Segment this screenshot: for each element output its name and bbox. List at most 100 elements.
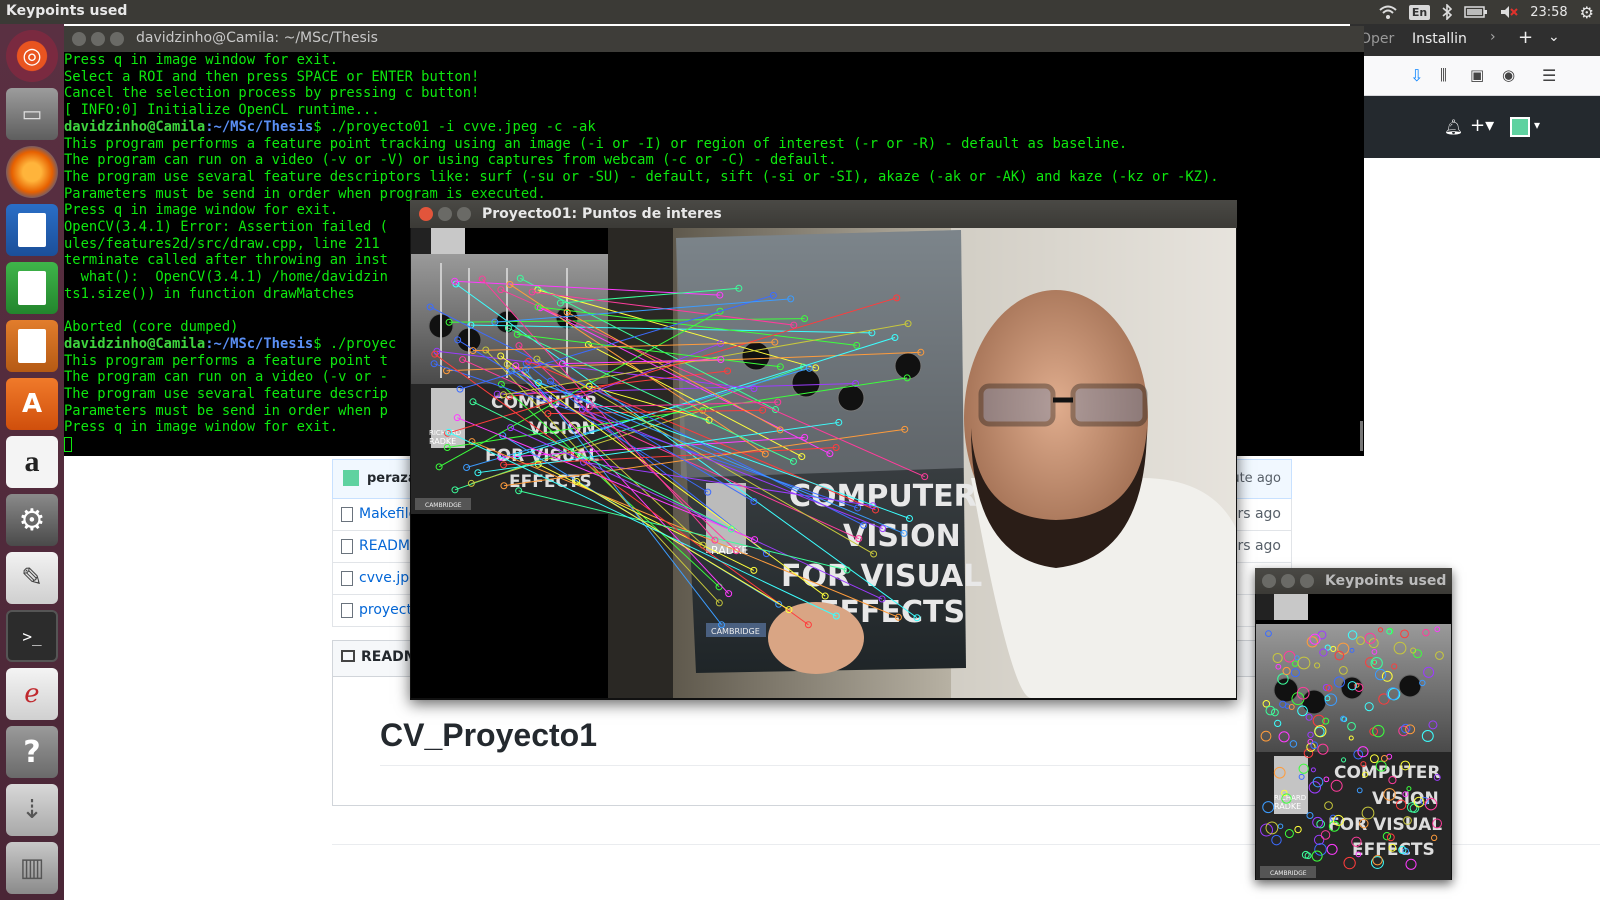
top-panel: Keypoints used En 23:58 ⚙ <box>0 0 1600 24</box>
opencv-matches-window[interactable]: Proyecto01: Puntos de interes RICHARD RA… <box>410 200 1237 700</box>
system-tray: En 23:58 ⚙ <box>1379 0 1594 24</box>
create-new-icon[interactable]: +▾ <box>1470 115 1494 136</box>
file-name[interactable]: READM <box>359 538 410 554</box>
software-center-icon[interactable]: A <box>6 378 58 430</box>
text-editor-icon[interactable]: ✎ <box>6 552 58 604</box>
tab-scroll-right-icon[interactable]: › <box>1490 29 1496 45</box>
firefox-icon[interactable] <box>6 146 58 198</box>
terminal-line: Select a ROI and then press SPACE or ENT… <box>64 68 480 85</box>
terminal-scrollbar[interactable] <box>1360 421 1363 451</box>
file-icon <box>341 571 353 586</box>
maximize-icon[interactable] <box>110 32 124 46</box>
terminal-icon[interactable]: >_ <box>6 610 58 662</box>
terminal-cursor[interactable] <box>64 436 72 452</box>
close-icon[interactable] <box>72 32 86 46</box>
trash-icon[interactable]: ▥ <box>6 842 58 894</box>
library-icon[interactable]: ⫼ <box>1440 66 1447 84</box>
committer-avatar[interactable] <box>343 470 359 486</box>
amazon-icon[interactable]: a <box>6 436 58 488</box>
minimize-icon[interactable] <box>91 32 105 46</box>
template-author-last: RADKE <box>429 437 456 446</box>
wifi-icon[interactable] <box>1379 5 1397 19</box>
tab-list-chevron-icon[interactable]: ⌄ <box>1548 29 1560 45</box>
maximize-icon[interactable] <box>457 207 471 221</box>
hand <box>768 602 864 674</box>
battery-icon[interactable] <box>1464 6 1488 18</box>
account-icon[interactable]: ◉ <box>1502 66 1515 84</box>
tab-partial[interactable]: Oper <box>1360 31 1394 47</box>
close-icon[interactable] <box>419 207 433 221</box>
terminal-titlebar[interactable]: davidzinho@Camila: ~/MSc/Thesis <box>64 26 1364 52</box>
github-header: 🔔︎ +▾ ▾ <box>1350 96 1600 158</box>
kp-book-line: EFFECTS <box>1352 840 1435 860</box>
kp-window-title: Keypoints used <box>1325 573 1447 589</box>
book-title-line: FOR VISUAL <box>781 559 982 594</box>
minimize-icon[interactable] <box>1281 574 1295 588</box>
menu-icon[interactable]: ☰ <box>1542 66 1556 85</box>
calc-icon[interactable] <box>6 262 58 314</box>
terminal-line: The program can run on a video (-v or -V… <box>64 152 837 169</box>
volume-muted-icon[interactable] <box>1500 5 1518 19</box>
clock[interactable]: 23:58 <box>1530 5 1567 20</box>
browser-toolbar: ⇩ ⫼ ▣ ◉ ☰ <box>1350 56 1600 96</box>
prompt-user: davidzinho@Camila <box>64 118 206 135</box>
prompt-path: :~/MSc/Thesis <box>205 335 314 352</box>
matches-image: RICHARD RADKE COMPUTER VISION FOR VISUAL… <box>411 228 1236 698</box>
book-icon <box>341 650 355 662</box>
launcher: ◎ ▭ A a ⚙ ✎ >_ ℯ ? ⇣ ▥ <box>0 24 64 900</box>
keyboard-layout-indicator[interactable]: En <box>1408 4 1431 20</box>
evince-icon[interactable]: ℯ <box>6 668 58 720</box>
maximize-icon[interactable] <box>1300 574 1314 588</box>
desktop: Keypoints used En 23:58 ⚙ ◎ ▭ A a ⚙ ✎ >_… <box>0 0 1600 900</box>
book-author: RADKE <box>711 544 748 557</box>
bluetooth-icon[interactable] <box>1442 4 1453 20</box>
terminal-line: The program use sevaral feature descript… <box>64 168 1219 185</box>
kp-book-line: FOR VISUAL <box>1328 815 1442 835</box>
prompt-user: davidzinho@Camila <box>64 335 206 352</box>
readme-title: CV_Proyecto1 <box>380 717 597 753</box>
files-icon[interactable]: ▭ <box>6 88 58 140</box>
impress-icon[interactable] <box>6 320 58 372</box>
kp-window-titlebar[interactable]: Keypoints used <box>1255 568 1452 594</box>
prompt-command: $ ./proyecto01 -i cvve.jpeg -c -ak <box>313 118 596 135</box>
file-name[interactable]: cvve.jpe <box>359 570 418 586</box>
active-app-title: Keypoints used <box>6 3 128 19</box>
minimize-icon[interactable] <box>438 207 452 221</box>
template-book-line: VISION <box>529 419 596 439</box>
cv-window-titlebar[interactable]: Proyecto01: Puntos de interes <box>410 200 1237 228</box>
prompt-command: $ ./proyec <box>313 335 397 352</box>
terminal-line: [ INFO:0] Initialize OpenCL runtime... <box>64 102 380 119</box>
avatar-chevron-icon[interactable]: ▾ <box>1534 118 1540 132</box>
terminal-line: Press q in image window for exit. <box>64 52 339 68</box>
writer-icon[interactable] <box>6 204 58 256</box>
terminal-line: This program performs a feature point tr… <box>64 135 1128 152</box>
settings-icon[interactable]: ⚙ <box>6 494 58 546</box>
terminal-line: Cancel the selection process by pressing… <box>64 85 480 102</box>
book-publisher: CAMBRIDGE <box>711 627 760 636</box>
usb-icon[interactable]: ⇣ <box>6 784 58 836</box>
downloads-icon[interactable]: ⇩ <box>1410 66 1423 85</box>
template-publisher: CAMBRIDGE <box>425 502 462 509</box>
divider <box>380 765 1250 766</box>
close-icon[interactable] <box>1262 574 1276 588</box>
new-tab-icon[interactable]: + <box>1518 27 1533 48</box>
file-icon <box>341 539 353 554</box>
file-icon <box>341 507 353 522</box>
file-name[interactable]: Makefile <box>359 506 417 522</box>
keypoints-window[interactable]: Keypoints used RICHARD RADKE COMPUTER VI… <box>1255 568 1452 880</box>
terminal-title: davidzinho@Camila: ~/MSc/Thesis <box>136 30 378 46</box>
ubuntu-icon[interactable]: ◎ <box>6 30 58 82</box>
system-gear-icon[interactable]: ⚙ <box>1580 3 1594 22</box>
cv-window-title: Proyecto01: Puntos de interes <box>482 206 722 222</box>
tab-installing[interactable]: Installin <box>1412 31 1467 47</box>
kp-book-line: COMPUTER <box>1334 763 1440 783</box>
sidebar-icon[interactable]: ▣ <box>1470 66 1484 84</box>
kp-publisher: CAMBRIDGE <box>1270 870 1307 877</box>
avatar[interactable] <box>1510 117 1530 137</box>
help-icon[interactable]: ? <box>6 726 58 778</box>
browser-tab-bar: Oper Installin › + ⌄ <box>1350 24 1600 56</box>
prompt-path: :~/MSc/Thesis <box>205 118 314 135</box>
notifications-icon[interactable]: 🔔︎ <box>1444 118 1463 136</box>
keypoints-image: RICHARD RADKE COMPUTER VISION FOR VISUAL… <box>1256 594 1451 880</box>
file-icon <box>341 603 353 618</box>
